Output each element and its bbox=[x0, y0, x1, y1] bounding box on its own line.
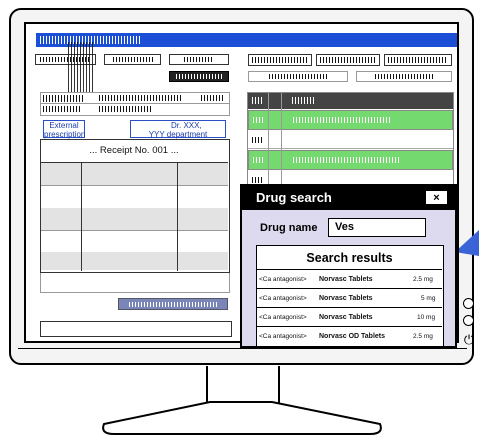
result-dose: 2.5 mg bbox=[413, 333, 433, 340]
result-category: <Ca antagonist> bbox=[259, 333, 307, 340]
search-results-panel: Search results <Ca antagonist> Norvasc T… bbox=[256, 245, 444, 347]
right-field-2[interactable] bbox=[356, 71, 452, 82]
drug-search-dialog: Drug search × Drug name Ves Search resul… bbox=[240, 184, 457, 348]
right-table-row-2[interactable] bbox=[248, 131, 453, 149]
toolbar-button-dark[interactable] bbox=[169, 71, 229, 82]
result-category: <Ca antagonist> bbox=[259, 276, 307, 283]
toolbar-button-2[interactable] bbox=[104, 54, 161, 65]
bezel-edge bbox=[18, 348, 467, 349]
receipt-footer-row bbox=[40, 273, 230, 293]
power-icon[interactable]: ⏻ bbox=[462, 333, 476, 347]
right-table-header bbox=[248, 93, 453, 109]
dialog-title: Drug search bbox=[256, 190, 332, 205]
external-prescription-label[interactable]: External prescription bbox=[43, 120, 86, 139]
right-field-1[interactable] bbox=[248, 71, 348, 82]
doctor-department: YYY department bbox=[148, 130, 208, 139]
receipt-title: ... Receipt No. 001 ... bbox=[89, 145, 179, 156]
toolbar-button-3[interactable] bbox=[169, 54, 229, 65]
result-name: Norvasc Tablets bbox=[319, 295, 373, 302]
search-results-header: Search results bbox=[257, 246, 442, 270]
right-table-row-selected-1[interactable] bbox=[248, 110, 453, 130]
left-table-header bbox=[40, 92, 230, 104]
doctor-label[interactable]: Dr. XXX, YYY department bbox=[130, 120, 226, 139]
monitor-button-2[interactable] bbox=[463, 315, 474, 326]
doctor-name: Dr. XXX, bbox=[171, 121, 202, 130]
drug-name-label: Drug name bbox=[260, 222, 318, 234]
right-table-row-selected-2[interactable] bbox=[248, 150, 453, 170]
right-button-1[interactable] bbox=[248, 54, 312, 66]
result-row[interactable]: <Ca antagonist> Norvasc Tablets 10 mg bbox=[257, 309, 442, 327]
result-dose: 10 mg bbox=[417, 314, 436, 321]
left-action-button[interactable] bbox=[118, 298, 228, 310]
receipt-panel: ... Receipt No. 001 ... bbox=[40, 139, 230, 273]
monitor-stand-base bbox=[102, 401, 382, 435]
external-prescription-text: External prescription bbox=[44, 121, 86, 139]
monitor-button-1[interactable] bbox=[463, 298, 474, 309]
window-title-bar bbox=[36, 33, 457, 47]
right-button-2[interactable] bbox=[316, 54, 380, 66]
result-dose: 2.5 mg bbox=[413, 276, 433, 283]
result-row[interactable]: <Ca antagonist> Norvasc OD Tablets 2.5 m… bbox=[257, 328, 442, 346]
result-name: Norvasc Tablets bbox=[319, 276, 373, 283]
close-button[interactable]: × bbox=[425, 190, 448, 205]
result-category: <Ca antagonist> bbox=[259, 295, 307, 302]
drug-name-input[interactable]: Ves bbox=[328, 218, 426, 237]
result-name: Norvasc Tablets bbox=[319, 314, 373, 321]
result-name: Norvasc OD Tablets bbox=[319, 333, 386, 340]
left-table-row[interactable] bbox=[40, 104, 230, 116]
right-button-3[interactable] bbox=[384, 54, 452, 66]
result-row[interactable]: <Ca antagonist> Norvasc Tablets 5 mg bbox=[257, 290, 442, 308]
result-dose: 5 mg bbox=[421, 295, 436, 302]
dialog-title-bar: Drug search bbox=[242, 186, 455, 210]
result-row[interactable]: <Ca antagonist> Norvasc Tablets 2.5 mg bbox=[257, 271, 442, 289]
result-category: <Ca antagonist> bbox=[259, 314, 307, 321]
left-text-field[interactable] bbox=[40, 321, 232, 337]
